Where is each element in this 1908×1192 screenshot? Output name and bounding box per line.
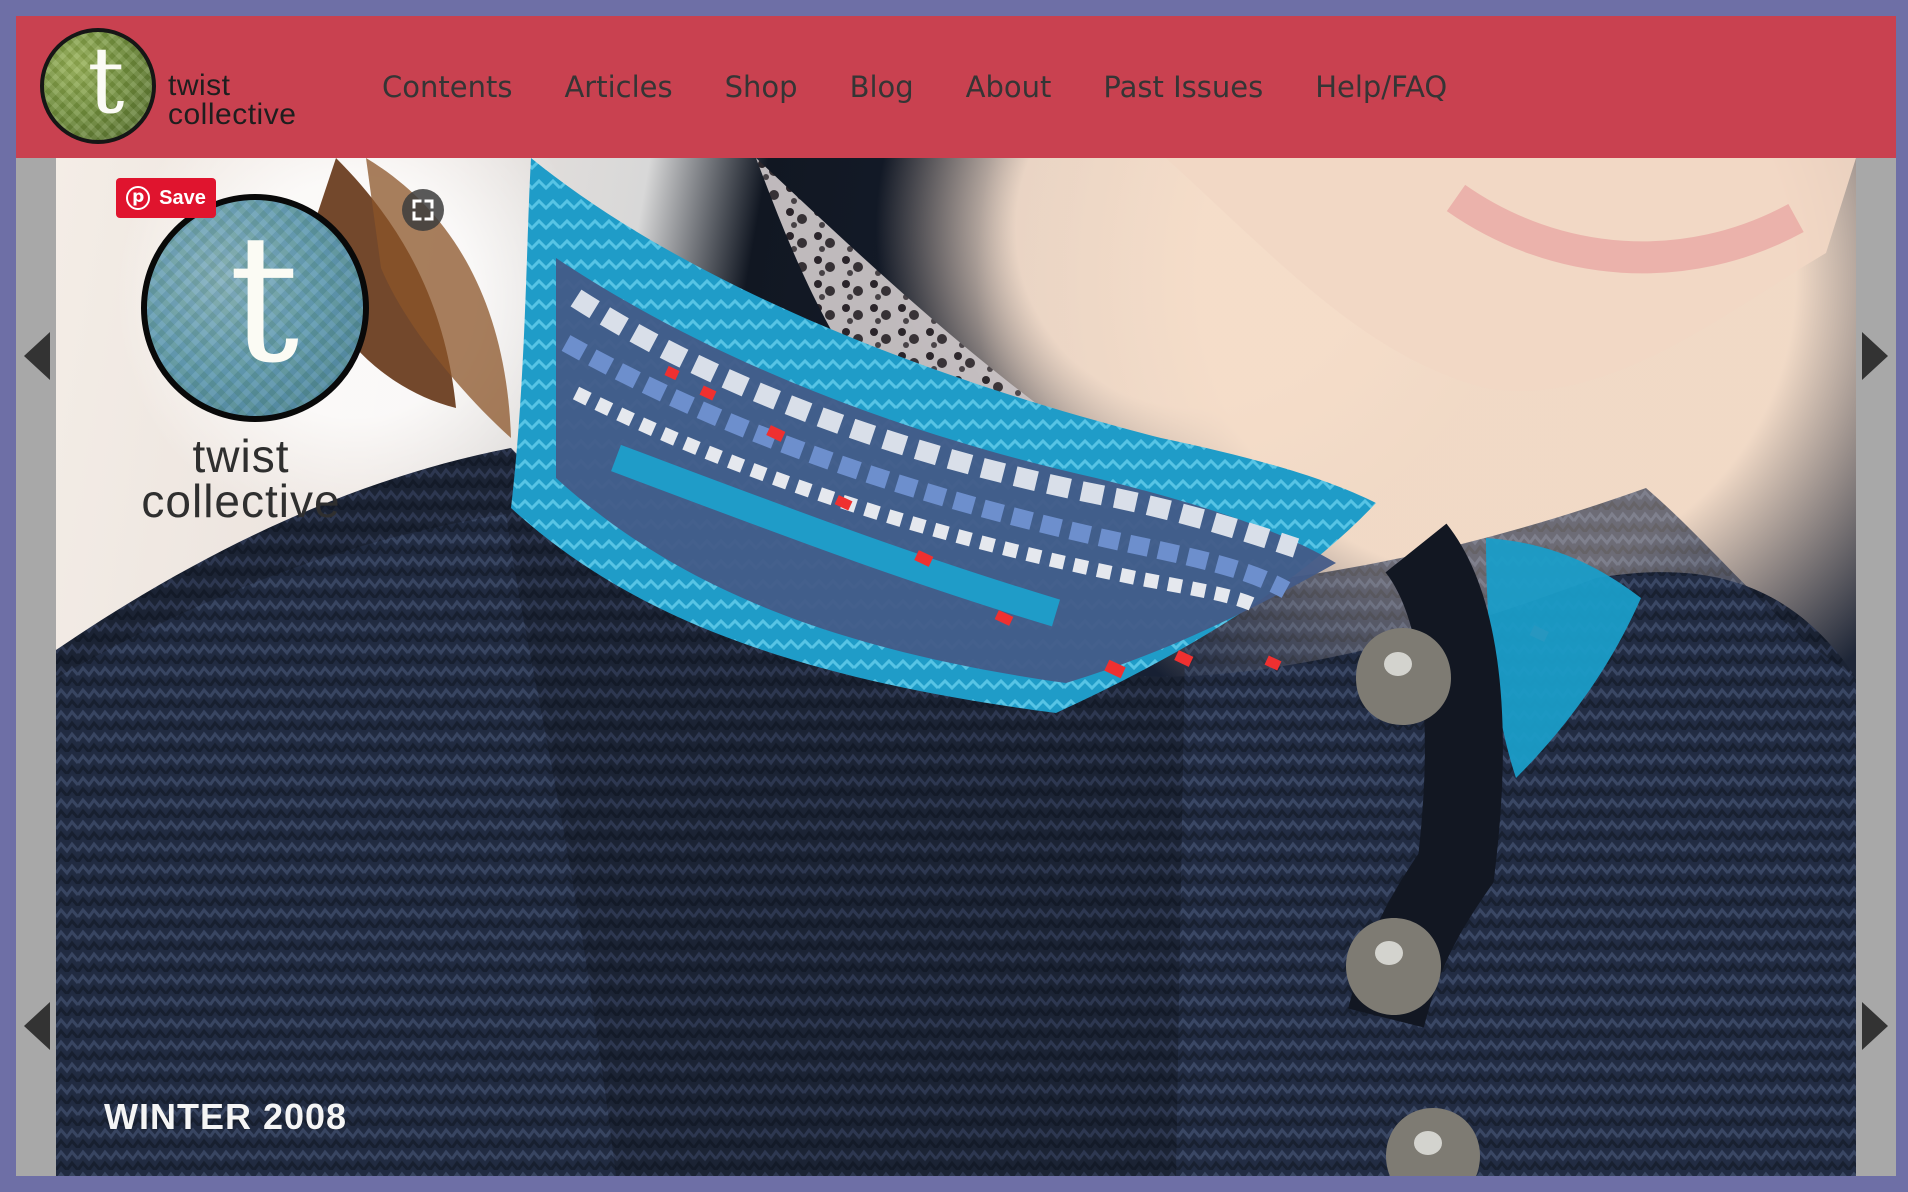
brand-line-1: twist — [168, 69, 231, 102]
cover-line-2: collective — [141, 475, 341, 527]
cover-logo: t twist collective — [96, 194, 386, 534]
cover-logo-icon: t — [141, 194, 369, 422]
nav-item-articles[interactable]: Articles — [564, 70, 672, 104]
expand-icon — [412, 199, 434, 221]
hero-gallery: t twist collective Save WINTER 2008 — [16, 158, 1896, 1176]
logo-icon: t — [40, 28, 156, 144]
expand-button[interactable] — [402, 189, 444, 231]
page-frame: t twist collective Contents Articles Sho… — [16, 16, 1896, 1176]
cover-logo-letter: t — [228, 197, 300, 402]
nav-item-about[interactable]: About — [966, 70, 1052, 104]
right-arrow-icon[interactable] — [1856, 308, 1896, 388]
site-header: t twist collective Contents Articles Sho… — [16, 16, 1896, 158]
nav-item-contents[interactable]: Contents — [382, 70, 512, 104]
nav-item-shop[interactable]: Shop — [725, 70, 798, 104]
logo-letter: t — [87, 28, 125, 134]
left-arrow-icon[interactable] — [16, 978, 56, 1058]
pinterest-save-button[interactable]: Save — [116, 178, 216, 218]
hero-photo[interactable]: t twist collective Save WINTER 2008 — [56, 158, 1856, 1176]
cover-logo-text: twist collective — [96, 430, 386, 527]
logo-text: twist collective — [168, 69, 338, 131]
pinterest-icon — [126, 186, 151, 210]
left-arrow-icon[interactable] — [16, 308, 56, 388]
cover-line-1: twist — [192, 430, 290, 482]
main-navigation: Contents Articles Shop Blog About Past I… — [382, 66, 1447, 108]
right-arrow-icon[interactable] — [1856, 978, 1896, 1058]
pinterest-save-label: Save — [159, 186, 206, 209]
nav-item-help-faq[interactable]: Help/FAQ — [1315, 70, 1447, 104]
brand-line-2: collective — [168, 98, 297, 131]
issue-label: WINTER 2008 — [104, 1096, 348, 1137]
site-logo[interactable]: t twist collective — [40, 28, 340, 148]
nav-item-past-issues[interactable]: Past Issues — [1103, 70, 1263, 104]
nav-item-blog[interactable]: Blog — [850, 70, 914, 104]
